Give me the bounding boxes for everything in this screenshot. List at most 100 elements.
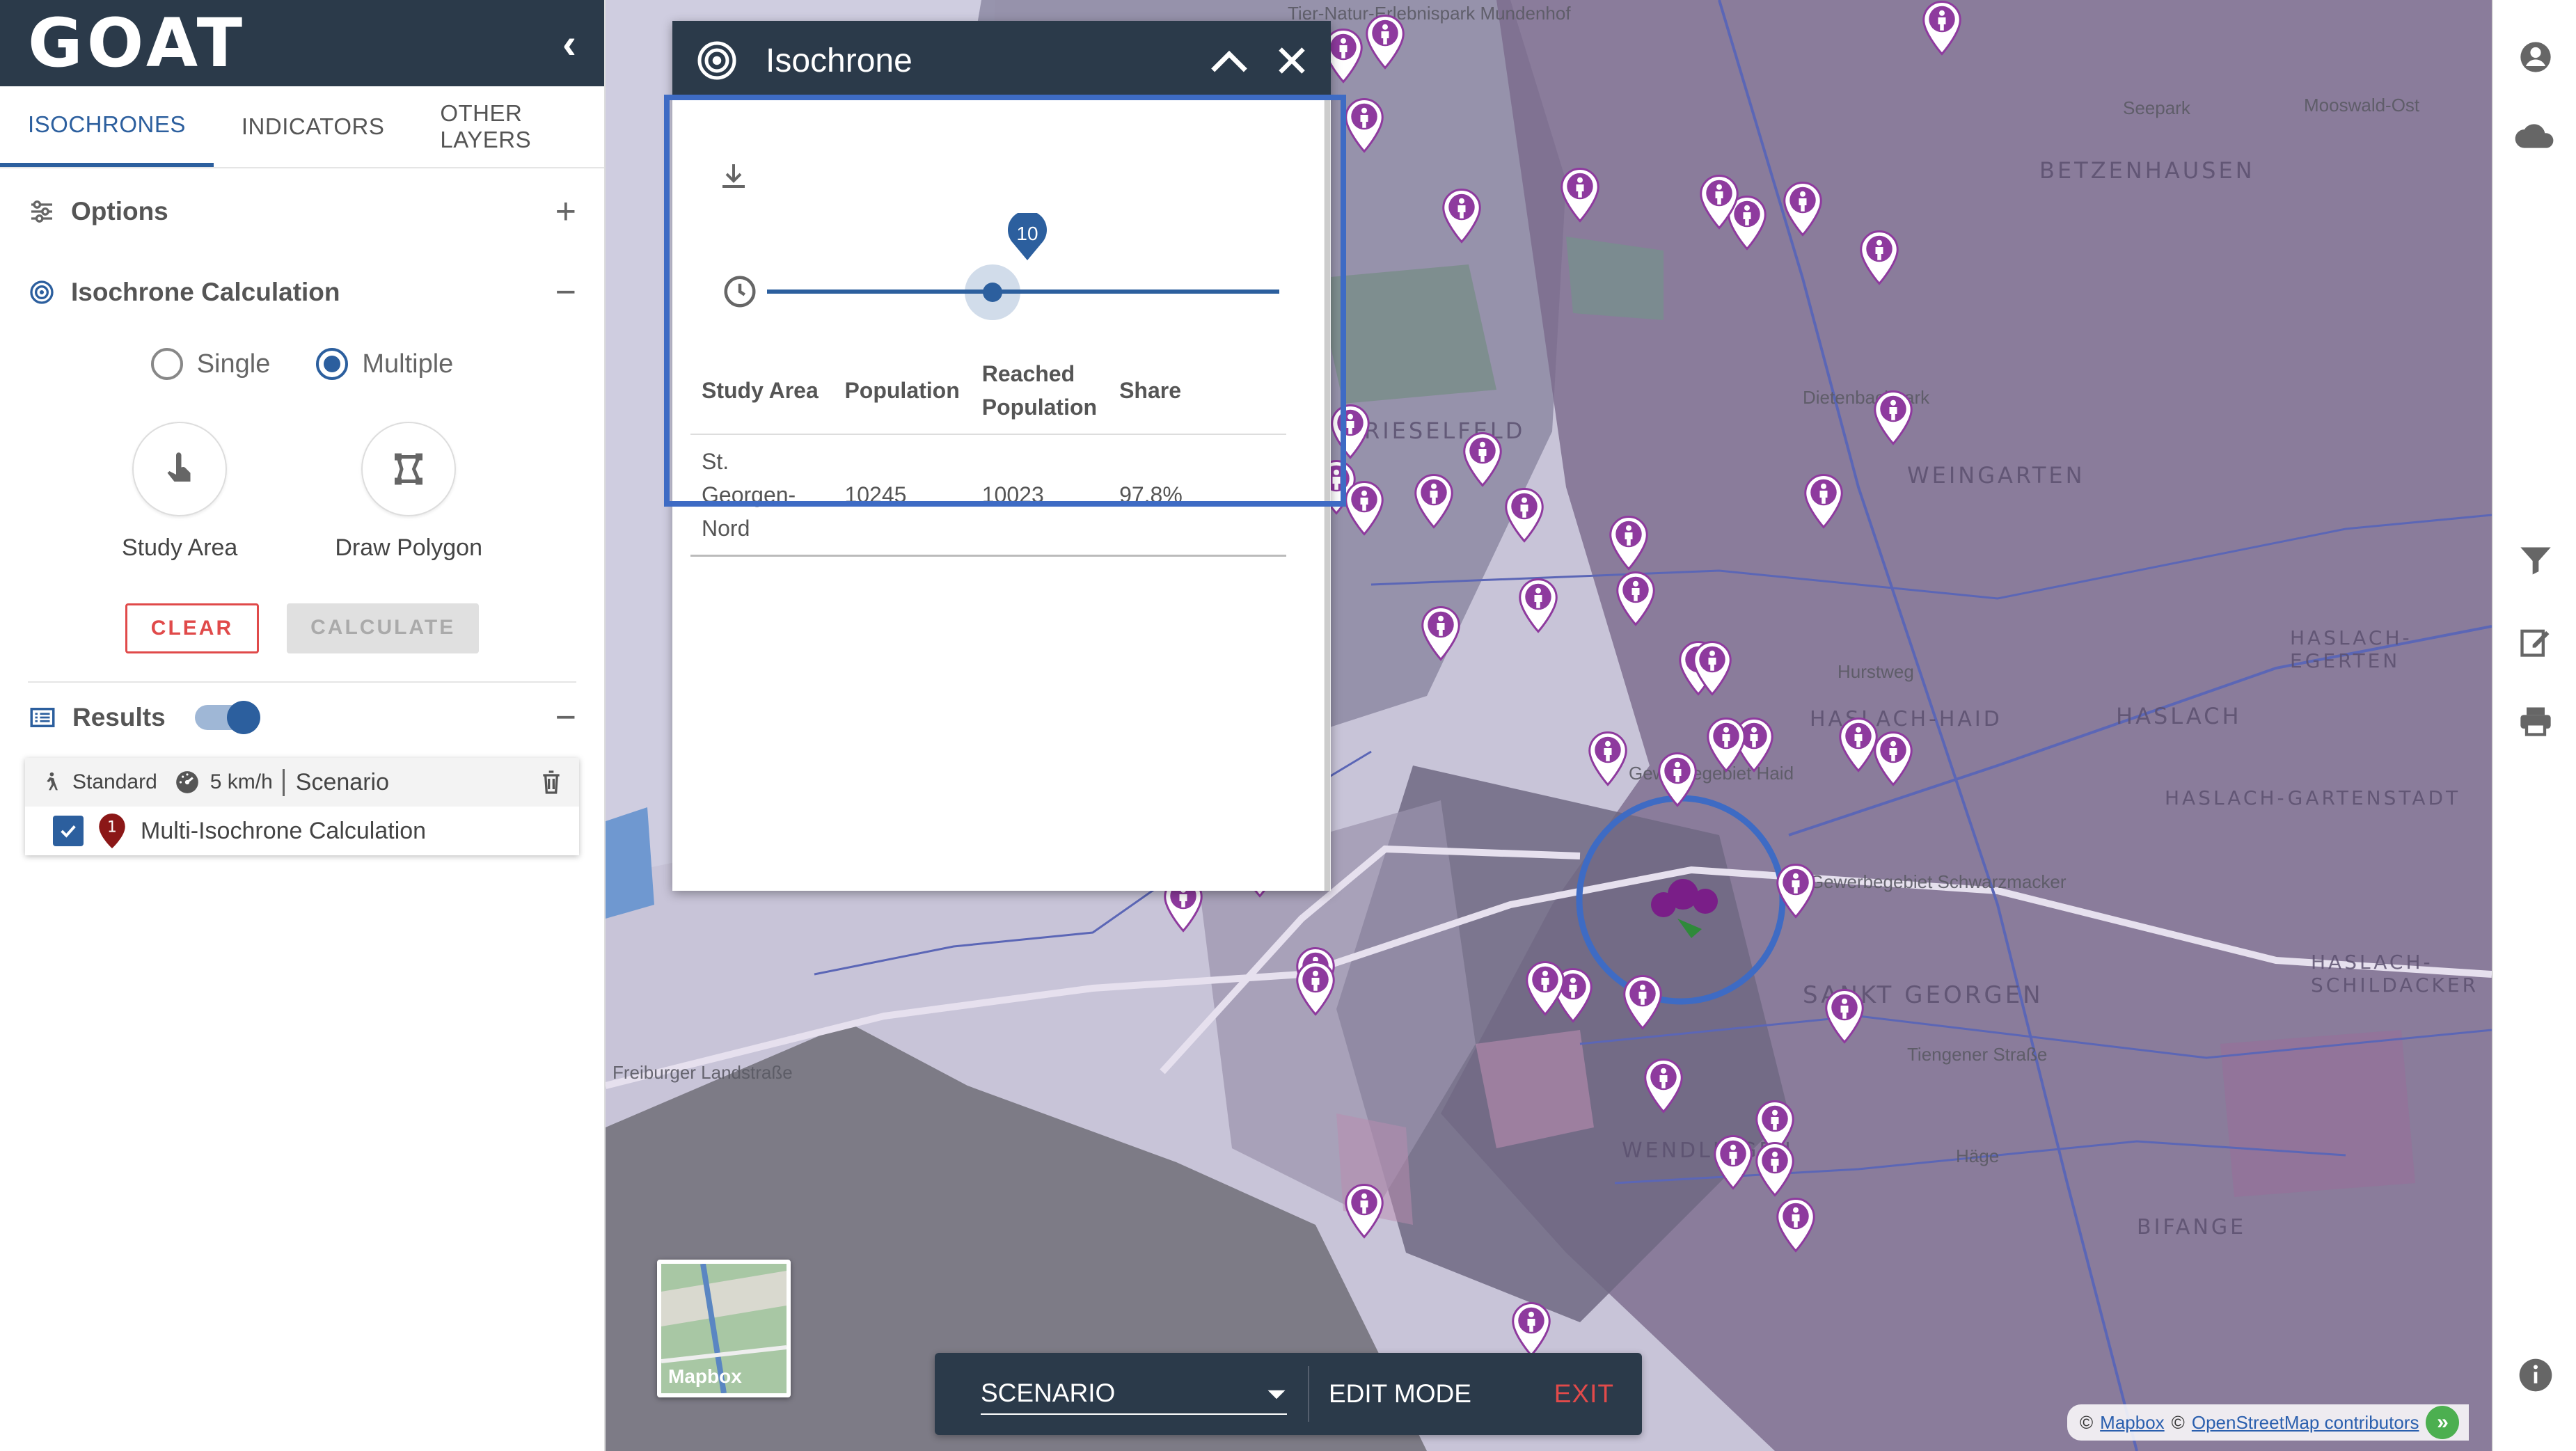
poi-person-icon[interactable] bbox=[1782, 181, 1824, 237]
map-label-freiburger: Freiburger Landstraße bbox=[613, 1062, 793, 1083]
map-label-gewerbe-schwarz: Gewerbegebiet Schwarzmacker bbox=[1810, 871, 2067, 892]
goat-logo: GOAT bbox=[28, 4, 247, 82]
download-icon[interactable] bbox=[717, 160, 750, 197]
pointer-hand-icon[interactable] bbox=[132, 422, 228, 516]
poi-person-icon[interactable] bbox=[1524, 960, 1566, 1016]
radio-multiple[interactable]: Multiple bbox=[316, 348, 453, 380]
poi-person-icon[interactable] bbox=[1295, 960, 1336, 1016]
poi-person-icon[interactable] bbox=[1329, 404, 1371, 459]
poi-person-icon[interactable] bbox=[1698, 174, 1740, 230]
map-label-weingarten: WEINGARTEN bbox=[1907, 462, 2085, 489]
poi-person-icon[interactable] bbox=[1824, 988, 1865, 1044]
osm-link[interactable]: OpenStreetMap contributors bbox=[2192, 1412, 2419, 1434]
info-icon[interactable] bbox=[2493, 1356, 2576, 1395]
poi-person-icon[interactable] bbox=[1657, 752, 1698, 807]
basemap-switcher[interactable]: Mapbox bbox=[657, 1260, 791, 1397]
results-visibility-toggle[interactable] bbox=[194, 701, 260, 734]
results-section-header[interactable]: Results − bbox=[0, 683, 604, 752]
poi-person-icon[interactable] bbox=[1838, 717, 1879, 772]
poi-person-icon[interactable] bbox=[1754, 1141, 1796, 1197]
expand-attribution-icon[interactable]: » bbox=[2426, 1406, 2460, 1439]
panel-scrollbar[interactable] bbox=[1324, 100, 1331, 891]
poi-person-icon[interactable] bbox=[1615, 571, 1657, 626]
poi-person-icon[interactable] bbox=[1587, 731, 1629, 786]
poi-person-icon[interactable] bbox=[1413, 473, 1455, 529]
time-slider-thumb[interactable] bbox=[982, 283, 1002, 302]
routing-mode: Standard bbox=[72, 770, 157, 793]
poi-person-icon[interactable] bbox=[1712, 1134, 1754, 1190]
study-area-button[interactable]: Study Area bbox=[122, 422, 237, 562]
mapbox-link[interactable]: Mapbox bbox=[2100, 1412, 2165, 1434]
map-label-betzenhausen: BETZENHAUSEN bbox=[2039, 157, 2255, 184]
expand-options-icon[interactable]: + bbox=[555, 191, 576, 232]
poi-person-icon[interactable] bbox=[1343, 1183, 1385, 1239]
poi-person-icon[interactable] bbox=[1803, 473, 1844, 529]
calculate-button[interactable]: CALCULATE bbox=[287, 603, 480, 653]
cell-population: 10245 bbox=[833, 434, 971, 557]
poi-person-icon[interactable] bbox=[1462, 431, 1503, 487]
poi-person-icon[interactable] bbox=[1420, 605, 1462, 661]
poi-person-icon[interactable] bbox=[1858, 230, 1900, 285]
polygon-icon[interactable] bbox=[361, 422, 457, 516]
poi-person-icon[interactable] bbox=[1921, 0, 1963, 56]
time-slider-track[interactable] bbox=[767, 290, 1279, 294]
poi-person-icon[interactable] bbox=[1705, 717, 1747, 772]
map-label-haslach: HASLACH bbox=[2116, 703, 2242, 729]
target-icon bbox=[696, 40, 738, 81]
tab-indicators[interactable]: INDICATORS bbox=[214, 86, 412, 167]
col-share: Share bbox=[1108, 347, 1286, 435]
clear-button[interactable]: CLEAR bbox=[125, 603, 260, 653]
time-slider-row bbox=[721, 262, 1299, 331]
poi-person-icon[interactable] bbox=[1559, 167, 1601, 223]
exit-button[interactable]: EXIT bbox=[1554, 1379, 1614, 1409]
account-icon[interactable] bbox=[2493, 39, 2576, 75]
poi-person-icon[interactable] bbox=[1775, 863, 1817, 919]
filter-icon[interactable] bbox=[2493, 543, 2576, 579]
poi-person-icon[interactable] bbox=[1441, 188, 1483, 244]
poi-person-icon[interactable] bbox=[1343, 480, 1385, 536]
isochrone-calc-section-header[interactable]: Isochrone Calculation − bbox=[0, 252, 604, 333]
map-label-tiengener: Tiengener Straße bbox=[1907, 1044, 2048, 1065]
col-study-area: Study Area bbox=[690, 347, 834, 435]
tab-isochrones[interactable]: ISOCHRONES bbox=[0, 86, 214, 167]
draw-polygon-button[interactable]: Draw Polygon bbox=[335, 422, 482, 562]
isochrone-results-table: Study Area Population Reached Population… bbox=[690, 347, 1286, 557]
result-visibility-checkbox[interactable] bbox=[53, 816, 84, 846]
map-label-bifange: BIFANGE bbox=[2137, 1215, 2247, 1239]
edit-mode-button[interactable]: EDIT MODE bbox=[1329, 1379, 1471, 1409]
scenario-select[interactable]: SCENARIO bbox=[981, 1373, 1287, 1415]
collapse-sidebar-icon[interactable]: ‹ bbox=[562, 19, 576, 68]
radio-single[interactable]: Single bbox=[150, 348, 270, 380]
poi-person-icon[interactable] bbox=[1775, 1197, 1817, 1253]
collapse-isochrone-calc-icon[interactable]: − bbox=[555, 271, 576, 313]
poi-person-icon[interactable] bbox=[1503, 487, 1545, 543]
close-icon[interactable] bbox=[1277, 45, 1307, 76]
target-icon bbox=[28, 278, 56, 306]
isochrone-panel: Isochrone 10 Study Area Population Reach… bbox=[672, 21, 1331, 891]
result-marker-number: 1 bbox=[107, 819, 117, 836]
poi-person-icon[interactable] bbox=[1343, 97, 1385, 153]
collapse-results-icon[interactable]: − bbox=[555, 697, 576, 738]
poi-person-icon[interactable] bbox=[1872, 390, 1914, 445]
cloud-icon[interactable] bbox=[2493, 118, 2576, 152]
poi-person-icon[interactable] bbox=[1510, 1301, 1552, 1357]
radio-multiple-dot[interactable] bbox=[316, 348, 349, 380]
radio-single-dot[interactable] bbox=[150, 348, 183, 380]
poi-person-icon[interactable] bbox=[1364, 14, 1406, 70]
map-label-mooswald: Mooswald-Ost bbox=[2304, 95, 2420, 116]
poi-person-icon[interactable] bbox=[1643, 1058, 1684, 1113]
delete-result-icon[interactable] bbox=[537, 768, 565, 797]
tab-other-layers[interactable]: OTHER LAYERS bbox=[412, 86, 604, 167]
print-icon[interactable] bbox=[2493, 703, 2576, 739]
chevron-down-icon bbox=[1266, 1379, 1287, 1408]
isochrone-panel-header: Isochrone bbox=[672, 21, 1331, 100]
poi-person-icon[interactable] bbox=[1622, 974, 1664, 1030]
scenario-select-value: SCENARIO bbox=[981, 1379, 1116, 1407]
slider-value-label: 10 bbox=[1006, 210, 1048, 262]
edit-icon[interactable] bbox=[2493, 624, 2576, 660]
options-section-header[interactable]: Options + bbox=[0, 171, 604, 252]
chevron-up-icon[interactable] bbox=[1210, 47, 1249, 74]
poi-person-icon[interactable] bbox=[1517, 578, 1559, 633]
poi-person-icon[interactable] bbox=[1691, 640, 1733, 696]
poi-person-icon[interactable] bbox=[1608, 515, 1650, 571]
